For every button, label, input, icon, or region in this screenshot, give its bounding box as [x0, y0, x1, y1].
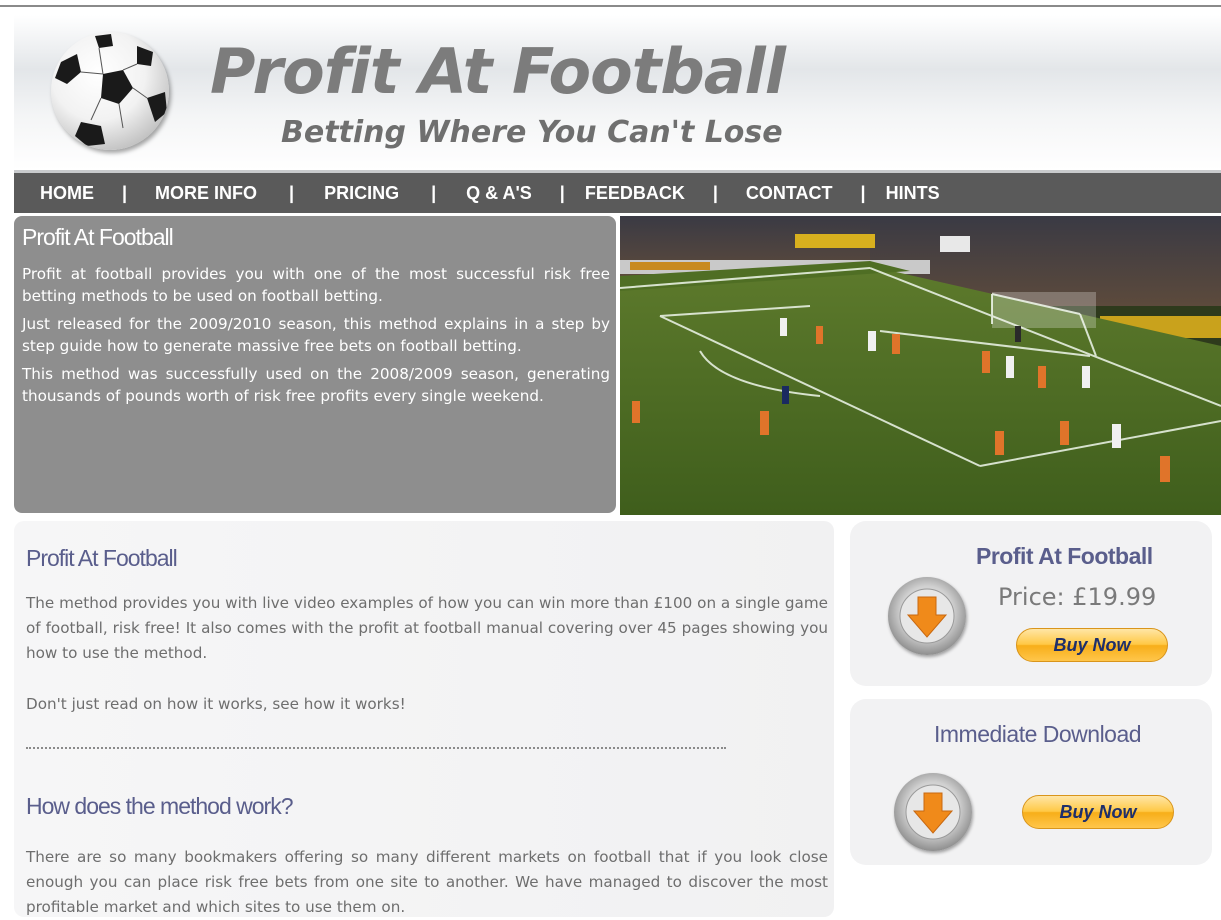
nav-separator: |	[289, 182, 295, 203]
nav-separator: |	[559, 182, 565, 203]
intro-paragraph: Just released for the 2009/2010 season, …	[22, 315, 610, 355]
section-title: How does the method work?	[26, 793, 293, 819]
intro-paragraph: This method was successfully used on the…	[22, 365, 610, 405]
site-tagline: Betting Where You Can't Lose	[281, 115, 783, 150]
purchase-box: Profit At Football Price: £19.99 Buy Now	[850, 521, 1212, 686]
download-box-title: Immediate Download	[934, 721, 1142, 747]
download-arrow-icon	[894, 773, 972, 851]
section-paragraph: There are so many bookmakers offering so…	[26, 848, 828, 916]
site-title: Profit At Football	[210, 35, 786, 108]
section-title: Profit At Football	[26, 545, 178, 571]
page-top-border	[0, 0, 1221, 7]
soccer-ball-icon	[51, 32, 169, 150]
page-frame: Profit At Football Betting Where You Can…	[12, 7, 1221, 917]
section-paragraph: Don't just read on how it works, see how…	[26, 695, 406, 713]
nav-feedback[interactable]: FEEDBACK	[585, 183, 685, 204]
intro-panel: Profit At Football Profit at football pr…	[14, 216, 616, 513]
price-label: Price: £19.99	[998, 583, 1157, 611]
buy-now-button[interactable]: Buy Now	[1022, 795, 1174, 829]
download-box: Immediate Download Buy Now	[850, 699, 1212, 865]
nav-home[interactable]: HOME	[40, 183, 94, 204]
nav-contact[interactable]: CONTACT	[746, 183, 833, 204]
nav-separator: |	[431, 182, 437, 203]
football-match-photo	[620, 216, 1221, 515]
intro-title: Profit At Football	[22, 224, 174, 250]
nav-separator: |	[712, 182, 718, 203]
nav-more-info[interactable]: MORE INFO	[155, 183, 257, 204]
site-header: Profit At Football Betting Where You Can…	[14, 15, 1221, 173]
intro-paragraph: Profit at football provides you with one…	[22, 265, 610, 305]
dotted-divider	[26, 747, 726, 749]
buy-now-button[interactable]: Buy Now	[1016, 628, 1168, 662]
nav-separator: |	[122, 182, 128, 203]
main-content: Profit At Football The method provides y…	[14, 521, 834, 917]
purchase-box-title: Profit At Football	[976, 543, 1153, 569]
nav-qa[interactable]: Q & A'S	[466, 183, 532, 204]
nav-separator: |	[860, 182, 866, 203]
download-arrow-icon	[888, 577, 966, 655]
main-nav: HOME | MORE INFO | PRICING | Q & A'S | F…	[14, 173, 1221, 213]
section-paragraph: The method provides you with live video …	[26, 594, 828, 662]
nav-hints[interactable]: HINTS	[886, 183, 940, 204]
nav-pricing[interactable]: PRICING	[324, 183, 399, 204]
